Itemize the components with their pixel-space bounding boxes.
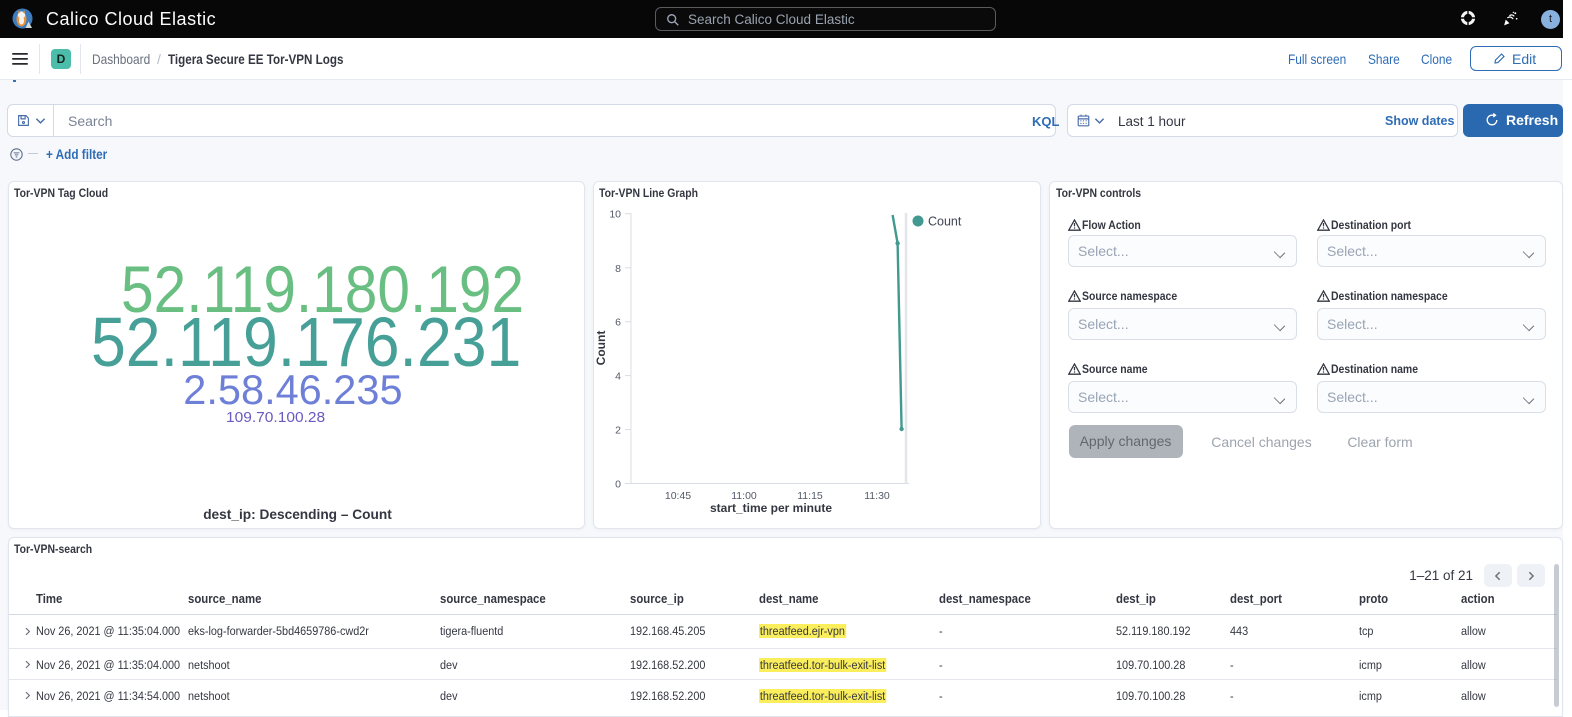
svg-text:Count: Count (928, 215, 962, 229)
svg-text:10: 10 (609, 209, 621, 221)
svg-text:0: 0 (615, 479, 621, 491)
svg-text:6: 6 (615, 317, 621, 329)
svg-text:2: 2 (615, 425, 621, 437)
svg-text:start_time per minute: start_time per minute (710, 501, 832, 515)
svg-text:8: 8 (615, 263, 621, 275)
svg-text:11:30: 11:30 (864, 490, 890, 502)
svg-text:Count: Count (594, 331, 608, 366)
svg-text:10:45: 10:45 (665, 490, 691, 502)
svg-text:4: 4 (615, 371, 621, 383)
